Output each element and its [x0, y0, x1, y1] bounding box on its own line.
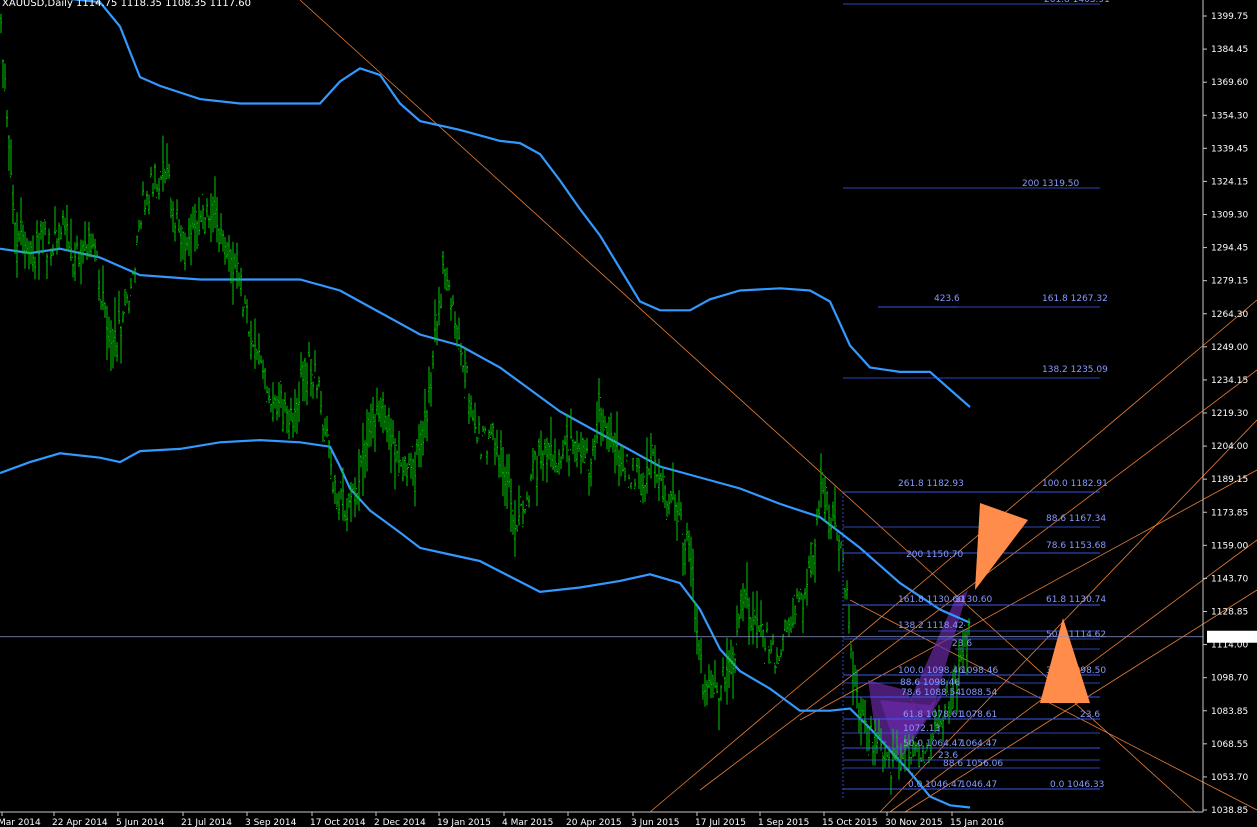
fibo-label-20: 78.6 1088.54 [901, 688, 961, 698]
x-tick-label-14: 30 Nov 2015 [885, 818, 943, 827]
x-tick-label-15: 15 Jan 2016 [950, 818, 1004, 827]
fibo-label-13: 138.2 1118.42 [898, 621, 964, 631]
y-tick-label-17: 1143.70 [1211, 574, 1248, 584]
fibo-label-6: 100.0 1182.91 [1042, 479, 1108, 489]
x-tick-label-7: 19 Jan 2015 [437, 818, 491, 827]
current-price-badge: 1117.60 [1207, 630, 1257, 643]
x-tick-label-2: 5 Jun 2014 [116, 818, 165, 827]
fibo-label-8: 78.6 1153.68 [1046, 541, 1106, 551]
y-tick-label-23: 1053.70 [1211, 773, 1248, 783]
fibo-label-29: 88.6 1056.06 [943, 759, 1003, 769]
fibo-label-11: 1130.60 [955, 595, 992, 605]
fibo-label-14: 50.0 1114.62 [1046, 630, 1106, 640]
fibo-label-22: 61.8 1078.61 [903, 710, 963, 720]
fibo-label-32: 0.0 1046.33 [1050, 780, 1104, 790]
x-tick-label-8: 4 Mar 2015 [502, 818, 553, 827]
fibo-label-7: 88.6 1167.34 [1046, 514, 1106, 524]
fibo-label-19: 88.6 1098.46 [900, 678, 960, 688]
fibo-label-5: 261.8 1182.93 [898, 479, 964, 489]
fibo-label-3: 423.6 [934, 294, 960, 304]
chart-title: XAUUSD,Daily 1114.75 1118.35 1108.35 111… [2, 0, 251, 9]
x-tick-label-13: 15 Oct 2015 [822, 818, 878, 827]
fibo-label-4: 138.2 1235.09 [1042, 365, 1108, 375]
x-tick-label-6: 2 Dec 2014 [374, 818, 426, 827]
y-tick-label-20: 1098.70 [1211, 674, 1248, 684]
y-tick-label-2: 1369.60 [1211, 78, 1248, 88]
x-tick-label-1: 22 Apr 2014 [52, 818, 108, 827]
x-tick-label-12: 1 Sep 2015 [758, 818, 809, 827]
x-tick-label-4: 3 Sep 2014 [245, 818, 297, 827]
x-tick-label-3: 21 Jul 2014 [181, 818, 232, 827]
y-tick-label-0: 1399.75 [1211, 12, 1248, 22]
fibo-label-25: 1072.13 [903, 724, 940, 734]
y-tick-label-14: 1189.15 [1211, 475, 1248, 485]
y-tick-label-16: 1159.00 [1211, 541, 1248, 551]
y-tick-label-4: 1339.45 [1211, 144, 1248, 154]
fibo-label-9: 200 1150.70 [906, 550, 964, 560]
y-tick-label-24: 1038.85 [1211, 806, 1248, 816]
x-tick-label-5: 17 Oct 2014 [310, 818, 366, 827]
fibo-label-21: 1088.54 [960, 688, 997, 698]
fibo-label-23: 1078.61 [960, 710, 997, 720]
fibo-label-0: 261.8 1403.91 [1044, 0, 1110, 5]
y-tick-label-8: 1279.15 [1211, 277, 1248, 287]
x-tick-label-10: 3 Jun 2015 [631, 818, 679, 827]
fibo-label-16: 100.0 1098.46 [898, 666, 964, 676]
fibo-label-30: 0.0 1046.47 [908, 780, 962, 790]
fibo-label-31: 1046.47 [960, 780, 997, 790]
fibo-label-17: 1098.46 [961, 666, 998, 676]
fibo-label-12: 61.8 1130.74 [1046, 595, 1106, 605]
y-tick-label-7: 1294.45 [1211, 244, 1248, 254]
fibo-label-27: 1064.47 [960, 739, 997, 749]
y-tick-label-13: 1204.00 [1211, 442, 1248, 452]
y-tick-label-12: 1219.30 [1211, 409, 1248, 419]
y-tick-label-5: 1324.15 [1211, 177, 1248, 187]
x-tick-label-11: 17 Jul 2015 [695, 818, 746, 827]
y-tick-label-15: 1173.85 [1211, 508, 1248, 518]
x-tick-label-0: Mar 2014 [0, 818, 41, 827]
y-tick-label-1: 1384.45 [1211, 45, 1248, 55]
fibo-label-26: 50.0 1064.47 [903, 739, 963, 749]
fibo-label-2: 161.8 1267.32 [1042, 294, 1108, 304]
y-tick-label-11: 1234.15 [1211, 376, 1248, 386]
current-price-label: 1117.60 [1209, 633, 1246, 643]
y-tick-label-22: 1068.55 [1211, 740, 1248, 750]
fibo-label-1: 200 1319.50 [1022, 179, 1080, 189]
price-chart[interactable]: 261.8 1403.91 200 1319.50 161.8 1267.32 423… [0, 0, 1257, 827]
y-tick-label-10: 1249.00 [1211, 343, 1248, 353]
y-tick-label-18: 1128.85 [1211, 608, 1248, 618]
x-tick-label-9: 20 Apr 2015 [566, 818, 622, 827]
y-tick-label-6: 1309.30 [1211, 211, 1248, 221]
y-tick-label-3: 1354.30 [1211, 111, 1248, 121]
y-tick-label-21: 1083.85 [1211, 707, 1248, 717]
fibo-label-15: 23.6 [952, 639, 972, 649]
fibo-label-24: 23.6 [1080, 710, 1100, 720]
y-tick-label-9: 1264.30 [1211, 310, 1248, 320]
